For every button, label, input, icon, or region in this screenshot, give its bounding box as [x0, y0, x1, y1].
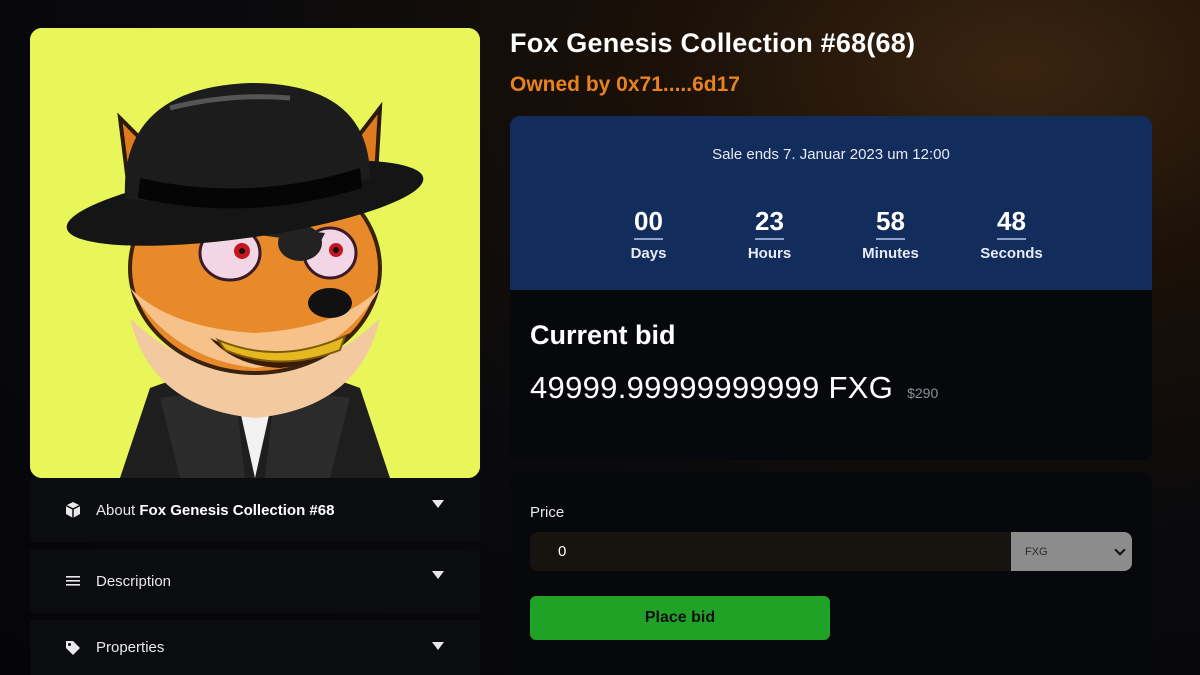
page-title: Fox Genesis Collection #68(68) [510, 28, 916, 58]
current-bid-usd: $290 [907, 385, 939, 401]
countdown-days-value: 00 [634, 206, 663, 240]
price-input[interactable]: 0 [530, 532, 1012, 571]
accordion-description-label: Description [96, 572, 172, 590]
current-bid-amount: 49999.99999999999 FXG [530, 370, 894, 405]
current-bid-panel: Current bid 49999.99999999999 FXG $290 [510, 290, 1152, 460]
countdown-days: 00 Days [588, 206, 709, 262]
countdown-seconds-label: Seconds [980, 245, 1043, 262]
countdown-seconds-value: 48 [997, 206, 1026, 240]
countdown-hours-label: Hours [747, 245, 792, 262]
countdown-days-label: Days [630, 245, 667, 262]
countdown-minutes-value: 58 [876, 206, 905, 240]
sale-ends-text: Sale ends 7. Januar 2023 um 12:00 [712, 146, 950, 163]
countdown-minutes-label: Minutes [862, 245, 919, 262]
bid-form: Price 0 FXG Place bid [510, 472, 1152, 675]
chevron-down-icon [432, 500, 444, 508]
accordion-properties-label: Properties [96, 639, 165, 656]
owner-link[interactable]: Owned by 0x71.....6d17 [510, 73, 740, 97]
sale-panel: Sale ends 7. Januar 2023 um 12:00 00 Day… [510, 116, 1152, 290]
countdown-seconds: 48 Seconds [951, 206, 1072, 262]
chevron-down-icon [432, 571, 444, 579]
chevron-down-icon [1114, 544, 1126, 556]
countdown-hours-value: 23 [755, 206, 784, 240]
currency-select-value: FXG [1025, 545, 1048, 558]
current-bid-heading: Current bid [530, 320, 676, 350]
accordion-description[interactable]: Description [30, 549, 480, 613]
accordion-about-label: About Fox Genesis Collection #68 [96, 501, 335, 519]
chevron-down-icon [432, 642, 444, 650]
countdown-hours: 23 Hours [709, 206, 830, 262]
nft-image [30, 28, 480, 478]
cube-icon [64, 501, 82, 519]
list-icon [64, 572, 82, 590]
countdown: 00 Days 23 Hours 58 Minutes 48 Seconds [588, 206, 1148, 262]
fox-artwork [30, 28, 480, 478]
countdown-minutes: 58 Minutes [830, 206, 951, 262]
accordion-about[interactable]: About Fox Genesis Collection #68 [30, 478, 480, 542]
price-label: Price [530, 504, 565, 521]
current-bid-value: 49999.99999999999 FXG $290 [530, 370, 938, 406]
accordion-properties[interactable]: Properties [30, 620, 480, 675]
currency-select[interactable]: FXG [1011, 532, 1132, 571]
tag-icon [64, 639, 82, 657]
place-bid-button[interactable]: Place bid [530, 596, 830, 640]
